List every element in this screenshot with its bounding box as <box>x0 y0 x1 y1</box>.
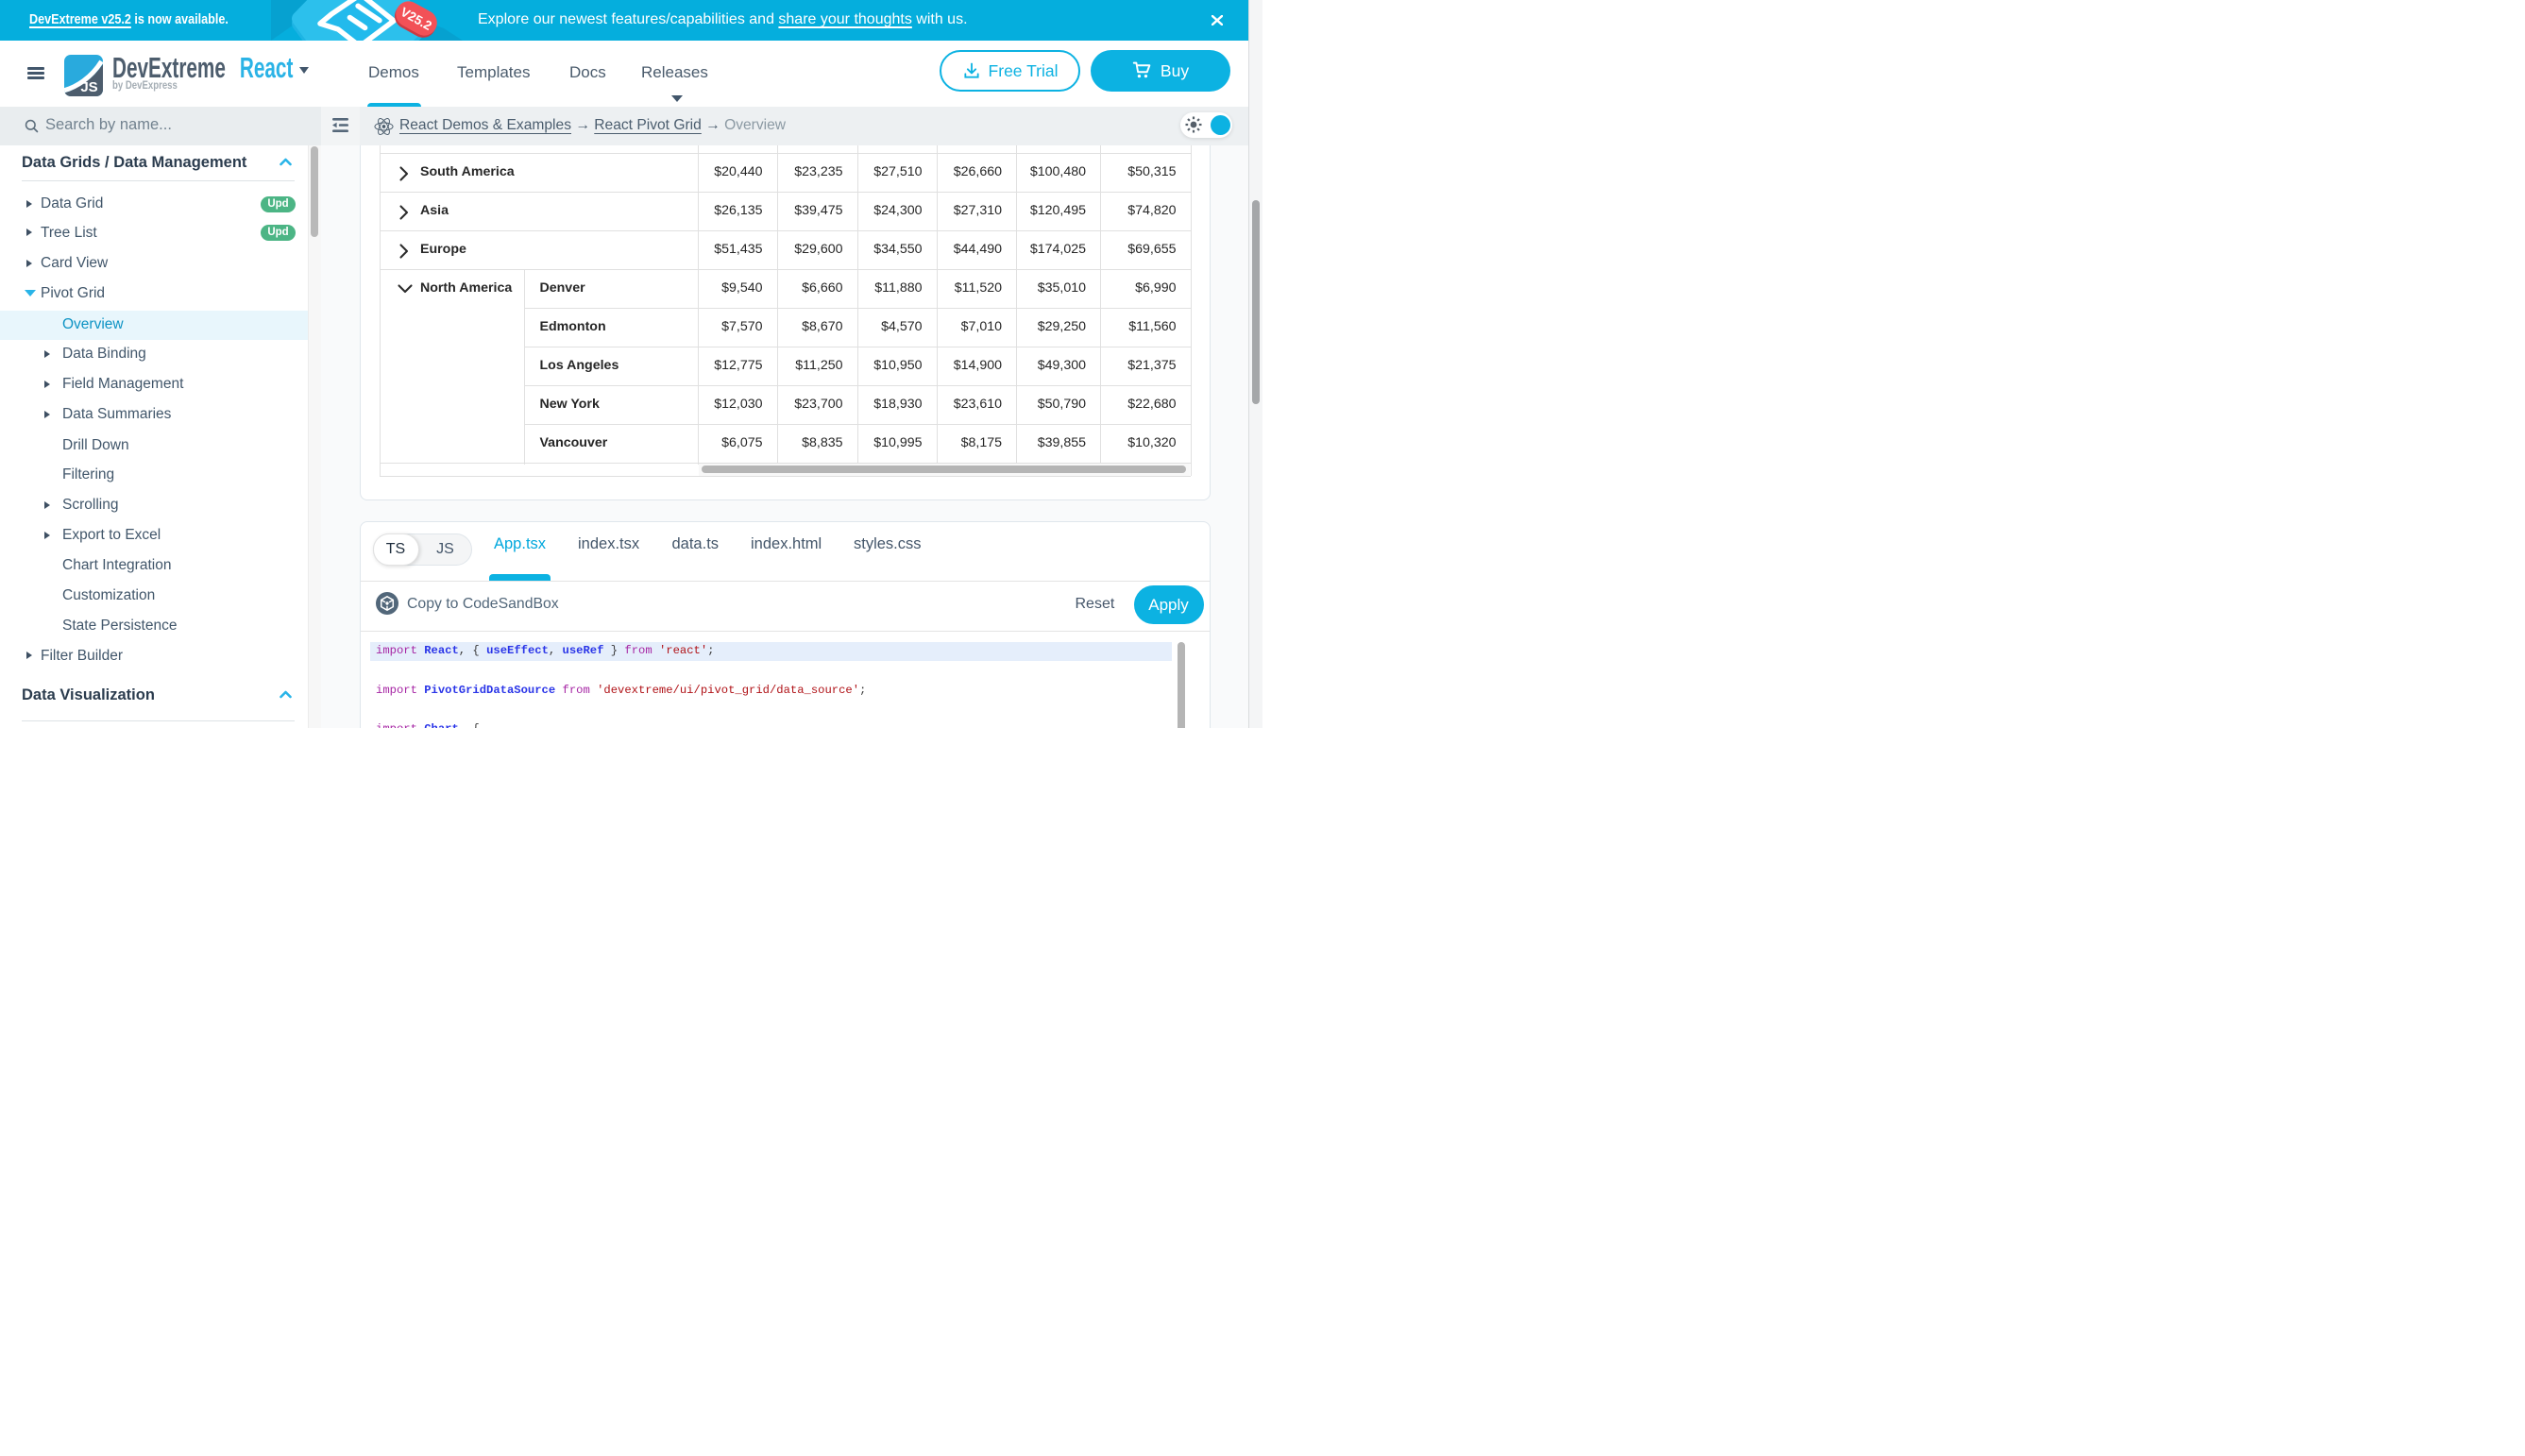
svg-text:JS: JS <box>80 79 97 95</box>
